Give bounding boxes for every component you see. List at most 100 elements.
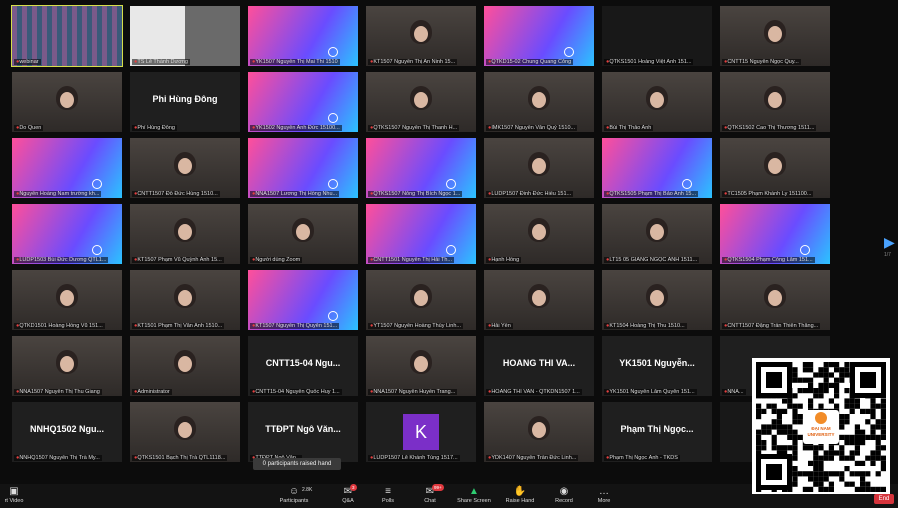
participant-name-label: QTKS1507 Nguyễn Thị Thanh H... bbox=[368, 125, 460, 131]
record-icon: ◉ bbox=[559, 486, 569, 497]
participant-name-label: KT1507 Nguyễn Thị Quyên 151... bbox=[250, 323, 340, 329]
participant-tile[interactable]: CNTT1507 Đỗ Đức Hùng 1510... bbox=[130, 138, 240, 198]
participant-tile[interactable]: YK1501 Nguyễn... YK1501 Nguyễn Lâm Quyên … bbox=[602, 336, 712, 396]
participant-tile[interactable]: IMK1507 Nguyễn Văn Quý 1510... bbox=[484, 72, 594, 132]
participant-display-name: Phi Hùng Đông bbox=[152, 94, 218, 104]
virtual-background bbox=[366, 204, 476, 264]
participant-tile[interactable]: QTKS1505 Phạm Thị Bảo Anh 15... bbox=[602, 138, 712, 198]
participant-name-label: KT1507 Phạm Vũ Quỳnh Anh 15... bbox=[132, 257, 224, 263]
toolbar-button-label: Record bbox=[555, 498, 573, 504]
participant-name-label: QTKS1501 Bạch Thị Trà QTL1118... bbox=[132, 455, 228, 461]
participant-tile[interactable]: KT1507 Phạm Vũ Quỳnh Anh 15... bbox=[130, 204, 240, 264]
participant-tile[interactable]: YK1502 Nguyễn Anh Đức 15100... bbox=[248, 72, 358, 132]
face bbox=[768, 92, 782, 108]
participant-tile[interactable]: LT15 05 GIANG NGỌC ANH 1511... bbox=[602, 204, 712, 264]
participant-tile[interactable]: HOANG THI VA... HOANG THI VAN - QTKDN1507… bbox=[484, 336, 594, 396]
face bbox=[178, 422, 192, 438]
participant-tile[interactable]: YDK1407 Nguyễn Trần Đức Linh... bbox=[484, 402, 594, 462]
participant-name-label: NNA... bbox=[722, 389, 746, 395]
participant-tile[interactable]: LUDP1507 Đinh Đức Hiếu 151... bbox=[484, 138, 594, 198]
participant-name-label: CNTT1507 Đỗ Đức Hùng 1510... bbox=[132, 191, 220, 197]
virtual-background bbox=[248, 72, 358, 132]
university-logo: ĐẠI NAM UNIVERSITY bbox=[803, 410, 839, 444]
video-icon: ▣ bbox=[9, 486, 19, 497]
participant-tile[interactable]: QTKD1501 Hoàng Hồng Vũ 151... bbox=[12, 270, 122, 330]
participant-tile[interactable]: Nguyễn Hoàng Nam trường kh... bbox=[12, 138, 122, 198]
participant-tile[interactable]: QTKS1507 Nông Thị Bích Ngọc 1... bbox=[366, 138, 476, 198]
participant-tile[interactable]: Hạnh Hồng bbox=[484, 204, 594, 264]
qa-button[interactable]: ✉ 3 Q&A bbox=[328, 484, 368, 504]
participant-tile[interactable]: QTKS1507 Nguyễn Thị Thanh H... bbox=[366, 72, 476, 132]
participant-tile[interactable]: CNTT15-04 Ngu... CNTT15-04 Nguyễn Quốc Hu… bbox=[248, 336, 358, 396]
shared-gallery-thumbnail bbox=[12, 6, 122, 66]
participant-tile[interactable]: NNA1507 Lương Thị Hồng Nhu... bbox=[248, 138, 358, 198]
participant-tile[interactable]: Do Quen bbox=[12, 72, 122, 132]
participant-tile[interactable]: QTKD15-02 Chung Quang Công bbox=[484, 6, 594, 66]
virtual-background bbox=[248, 270, 358, 330]
participant-tile[interactable]: Hải Yến bbox=[484, 270, 594, 330]
more-button[interactable]: … More bbox=[584, 486, 624, 504]
participant-tile[interactable]: Phạm Thị Ngọc... Phạm Thị Ngọc Ánh - TKDS bbox=[602, 402, 712, 462]
participant-tile[interactable]: QTKS1502 Cao Thị Thương 1511... bbox=[720, 72, 830, 132]
participant-tile[interactable]: Phi Hùng Đông Phí Hùng Đông bbox=[130, 72, 240, 132]
participant-tile[interactable]: KT1507 Nguyễn Thị Quyên 151... bbox=[248, 270, 358, 330]
participant-tile[interactable]: CNTT1507 Đặng Trần Thiên Thắng... bbox=[720, 270, 830, 330]
raise-hand-button[interactable]: ✋ Raise Hand bbox=[500, 486, 540, 504]
participant-tile[interactable]: TS Lê Thành Dương bbox=[130, 6, 240, 66]
participant-tile[interactable]: NNA1507 Nguyễn Thị Thu Giang bbox=[12, 336, 122, 396]
participant-tile[interactable]: KT1504 Hoàng Thị Thu 1510... bbox=[602, 270, 712, 330]
participant-tile[interactable]: LUDP1503 Bùi Đức Dương QTL1... bbox=[12, 204, 122, 264]
participant-count: 2.8K bbox=[302, 487, 313, 493]
participant-tile[interactable]: QTKS1501 Bạch Thị Trà QTL1118... bbox=[130, 402, 240, 462]
polls-button[interactable]: ≡ Polls bbox=[368, 486, 408, 504]
participant-name-label: CNTT1507 Đặng Trần Thiên Thắng... bbox=[722, 323, 821, 329]
participant-tile[interactable]: Bùi Thị Thảo Anh bbox=[602, 72, 712, 132]
next-page-arrow-icon[interactable]: ▶ bbox=[884, 234, 895, 251]
participant-tile[interactable]: QTKS1504 Phạm Công Lâm 151... bbox=[720, 204, 830, 264]
participant-tile[interactable]: TC1505 Phạm Khánh Ly 151100... bbox=[720, 138, 830, 198]
chat-button[interactable]: ✉ 99+ Chat bbox=[410, 484, 450, 504]
participant-tile[interactable]: YK1507 Nguyễn Thị Mai Thi 1510 bbox=[248, 6, 358, 66]
participant-tile[interactable]: NNHQ1502 Ngu... NNHQ1507 Nguyễn Thị Trà M… bbox=[12, 402, 122, 462]
participant-tile[interactable]: webinar bbox=[11, 5, 123, 67]
participant-tile[interactable]: QTKS1501 Hoàng Việt Anh 151... bbox=[602, 6, 712, 66]
face bbox=[532, 290, 546, 306]
ring-icon bbox=[92, 179, 102, 189]
participant-tile[interactable]: CNTT1501 Nguyễn Thị Hải Th... bbox=[366, 204, 476, 264]
avatar-letter: K bbox=[403, 414, 439, 450]
participant-tile[interactable]: Administrator bbox=[130, 336, 240, 396]
participant-tile[interactable]: KT1501 Phạm Thị Vân Anh 1510... bbox=[130, 270, 240, 330]
participant-tile[interactable]: Người dùng Zoom bbox=[248, 204, 358, 264]
record-button[interactable]: ◉ Record bbox=[544, 486, 584, 504]
share-screen-button[interactable]: ▲ Share Screen bbox=[454, 486, 494, 504]
participant-tile[interactable]: YT1507 Nguyễn Hoàng Thùy Linh... bbox=[366, 270, 476, 330]
participant-tile[interactable]: KT1507 Nguyễn Thị An Ninh 15... bbox=[366, 6, 476, 66]
face bbox=[414, 290, 428, 306]
participant-name-label: QTKD15-02 Chung Quang Công bbox=[486, 59, 574, 65]
participant-name-label: webinar bbox=[14, 59, 41, 65]
whiteboard-feed bbox=[130, 6, 240, 66]
raise-hand-icon: ✋ bbox=[513, 486, 527, 497]
participant-tile[interactable]: CNTT15 Nguyễn Ngọc Quy... bbox=[720, 6, 830, 66]
toolbar-button-label: Q&A bbox=[342, 498, 354, 504]
face bbox=[650, 92, 664, 108]
participant-tile[interactable]: TTĐPT Ngô Văn...TTĐPT Ngô Văn... bbox=[248, 402, 358, 462]
virtual-background bbox=[12, 204, 122, 264]
dark-feed bbox=[602, 6, 712, 66]
start-video-button[interactable]: ▣ rt Video bbox=[0, 486, 34, 504]
face bbox=[60, 92, 74, 108]
participant-name-label: QTKS1501 Hoàng Việt Anh 151... bbox=[604, 59, 694, 65]
participant-display-name: TTĐPT Ngô Văn... bbox=[265, 424, 341, 434]
participant-name-label: QTKS1502 Cao Thị Thương 1511... bbox=[722, 125, 817, 131]
participant-name-label: YDK1407 Nguyễn Trần Đức Linh... bbox=[486, 455, 579, 461]
participants-button[interactable]: ☺ 2.8K Participants bbox=[274, 486, 314, 504]
notification-badge: 99+ bbox=[432, 484, 444, 491]
participant-name-label: Hạnh Hồng bbox=[486, 257, 522, 263]
participant-name-label: IMK1507 Nguyễn Văn Quý 1510... bbox=[486, 125, 578, 131]
participant-name-label: CNTT1501 Nguyễn Thị Hải Th... bbox=[368, 257, 454, 263]
end-button[interactable]: End bbox=[874, 494, 894, 504]
participant-tile[interactable]: NNA1507 Nguyễn Huyền Trang... bbox=[366, 336, 476, 396]
ring-icon bbox=[328, 113, 338, 123]
ring-icon bbox=[800, 245, 810, 255]
participant-tile[interactable]: K LUDP1507 Lê Khánh Tùng 1517... bbox=[366, 402, 476, 462]
